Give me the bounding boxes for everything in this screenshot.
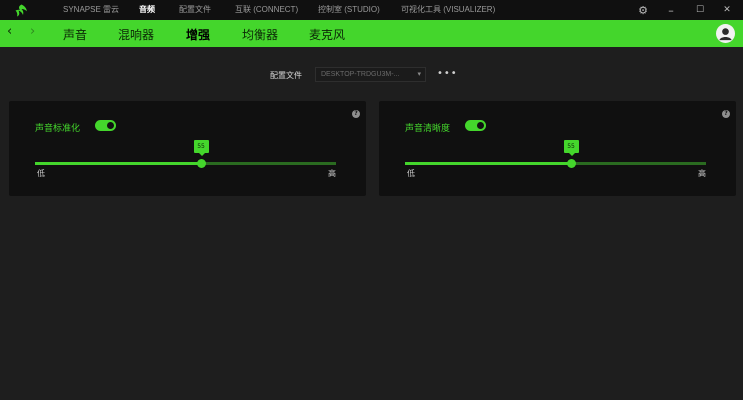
slider-high-label: 高: [698, 169, 706, 178]
tab-enhancement[interactable]: 增强: [186, 26, 210, 43]
tab-sound[interactable]: 声音: [63, 26, 87, 43]
slider-thumb[interactable]: [196, 159, 206, 168]
maximize-icon[interactable]: ☐: [692, 2, 708, 18]
top-nav-connect[interactable]: 互联 (CONNECT): [235, 4, 298, 15]
toggle-knob: [476, 121, 485, 130]
card-title: 声音标准化: [35, 124, 81, 134]
voice-clarity-card: ? 声音清晰度 55 低 高: [379, 101, 736, 196]
slider-value-bubble: 55: [193, 140, 209, 156]
volume-normalization-card: ? 声音标准化 55 低 高: [9, 101, 366, 196]
volume-normalization-slider[interactable]: 55: [35, 140, 336, 168]
more-options-button[interactable]: •••: [437, 68, 458, 79]
title-bar: SYNAPSE 雷云 音频 配置文件 互联 (CONNECT) 控制室 (STU…: [0, 0, 743, 20]
card-title: 声音清晰度: [405, 124, 451, 134]
tab-microphone[interactable]: 麦克风: [309, 26, 345, 43]
slider-value-bubble: 55: [563, 140, 579, 156]
razer-logo-icon[interactable]: [14, 3, 29, 18]
top-nav-synapse[interactable]: SYNAPSE 雷云: [63, 4, 119, 15]
slider-fill: [35, 162, 201, 165]
top-nav-profiles[interactable]: 配置文件: [179, 4, 211, 15]
chevron-down-icon: ▾: [417, 71, 421, 78]
slider-high-label: 高: [328, 169, 336, 178]
volume-normalization-toggle[interactable]: [95, 120, 116, 131]
slider-fill: [405, 162, 571, 165]
slider-thumb[interactable]: [566, 159, 576, 168]
close-icon[interactable]: ✕: [719, 2, 735, 18]
top-nav-visualizer[interactable]: 可视化工具 (VISUALIZER): [401, 4, 495, 15]
sub-nav: ‹ › 声音 混响器 增强 均衡器 麦克风: [0, 20, 743, 47]
profile-label: 配置文件: [270, 71, 302, 80]
user-avatar-icon[interactable]: [716, 24, 735, 43]
help-icon[interactable]: ?: [722, 110, 730, 118]
help-icon[interactable]: ?: [352, 110, 360, 118]
top-nav-audio[interactable]: 音频: [139, 4, 155, 15]
toggle-knob: [106, 121, 115, 130]
minimize-icon[interactable]: –: [663, 2, 679, 18]
slider-low-label: 低: [37, 169, 45, 178]
top-nav-studio[interactable]: 控制室 (STUDIO): [318, 4, 380, 15]
profile-dropdown-value: DESKTOP-TRDGU3M-...: [321, 71, 400, 78]
tab-equalizer[interactable]: 均衡器: [242, 26, 278, 43]
settings-gear-icon[interactable]: ⚙: [635, 2, 651, 18]
voice-clarity-toggle[interactable]: [465, 120, 486, 131]
slider-low-label: 低: [407, 169, 415, 178]
forward-arrow-icon[interactable]: ›: [30, 24, 35, 39]
voice-clarity-slider[interactable]: 55: [405, 140, 706, 168]
tab-mixer[interactable]: 混响器: [118, 26, 154, 43]
back-arrow-icon[interactable]: ‹: [7, 24, 12, 39]
profile-dropdown[interactable]: DESKTOP-TRDGU3M-... ▾: [315, 67, 426, 82]
